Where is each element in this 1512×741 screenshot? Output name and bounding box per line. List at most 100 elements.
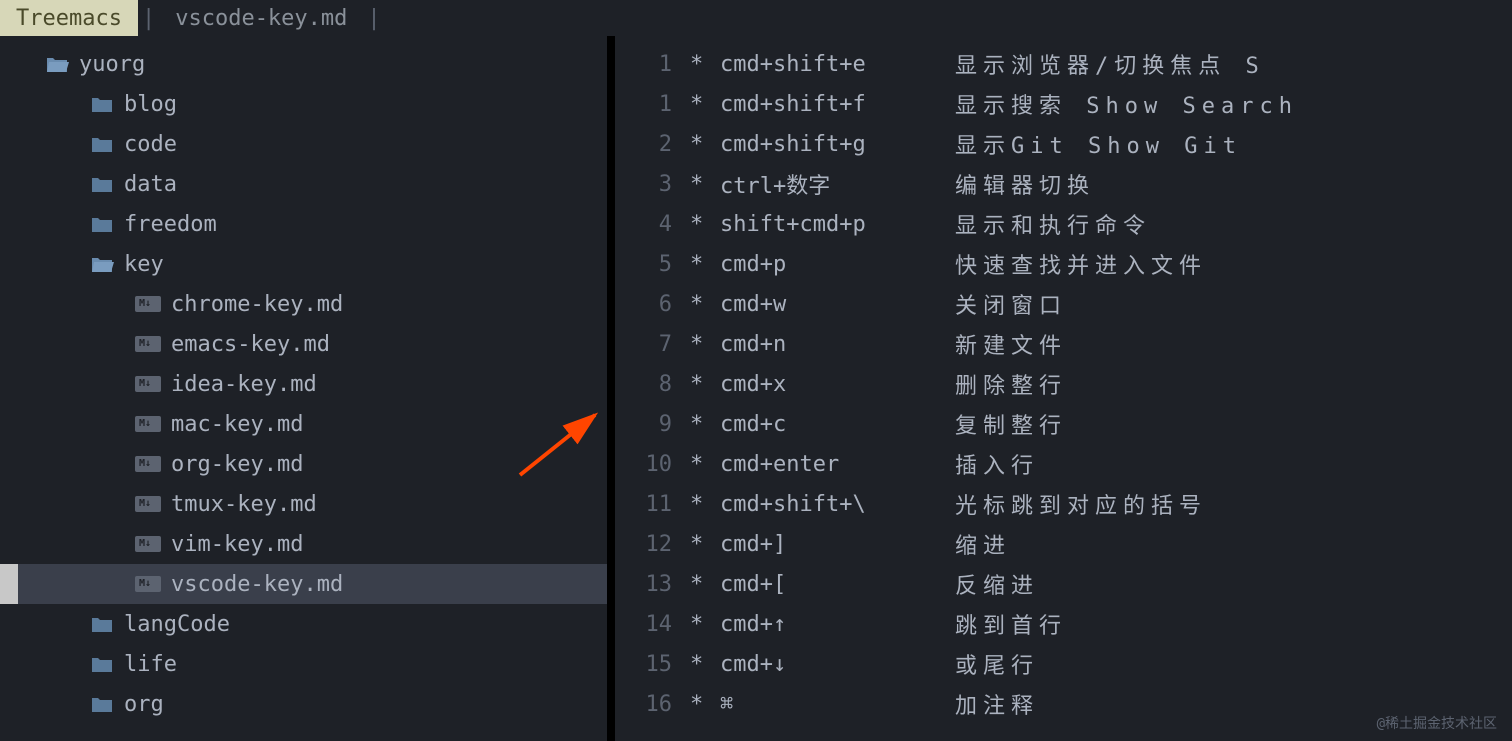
tree-file[interactable]: M↓tmux-key.md	[0, 484, 615, 524]
editor-line[interactable]: 1*cmd+shift+e显示浏览器/切换焦点 S	[615, 44, 1512, 84]
line-number: 1	[635, 52, 690, 77]
shortcut-key: cmd+n	[720, 332, 955, 357]
file-tree-sidebar: yuorg blog codedatafreedom key M↓chrome-k…	[0, 36, 615, 741]
editor-line[interactable]: 10*cmd+enter插入行	[615, 444, 1512, 484]
shortcut-key: shift+cmd+p	[720, 212, 955, 237]
shortcut-description: 显示Git Show Git	[955, 128, 1242, 160]
shortcut-key: cmd+w	[720, 292, 955, 317]
tab-treemacs[interactable]: Treemacs	[0, 0, 138, 36]
watermark: @稀土掘金技术社区	[1377, 713, 1497, 733]
bullet: *	[690, 412, 720, 437]
shortcut-key: cmd+[	[720, 572, 955, 597]
sidebar-border[interactable]	[607, 36, 615, 741]
shortcut-key: ⌘	[720, 692, 955, 717]
editor-line[interactable]: 7*cmd+n新建文件	[615, 324, 1512, 364]
line-number: 10	[635, 452, 690, 477]
editor-line[interactable]: 3*ctrl+数字 编辑器切换	[615, 164, 1512, 204]
folder-icon	[90, 614, 114, 634]
bullet: *	[690, 532, 720, 557]
tree-folder[interactable]: blog	[0, 84, 615, 124]
tree-folder[interactable]: data	[0, 164, 615, 204]
line-number: 8	[635, 372, 690, 397]
editor-line[interactable]: 9*cmd+c复制整行	[615, 404, 1512, 444]
folder-open-icon	[90, 254, 114, 274]
folder-open-icon	[45, 54, 69, 74]
tree-file[interactable]: M↓mac-key.md	[0, 404, 615, 444]
shortcut-description: 删除整行	[955, 368, 1067, 400]
markdown-icon: M↓	[135, 496, 161, 512]
line-number: 2	[635, 132, 690, 157]
tree-file[interactable]: M↓ idea-key.md	[0, 364, 615, 404]
folder-icon	[90, 94, 114, 114]
tree-folder-label: blog	[124, 92, 177, 117]
shortcut-description: 显示浏览器/切换焦点 S	[955, 48, 1265, 80]
editor-pane: 1*cmd+shift+e显示浏览器/切换焦点 S1*cmd+shift+f显示…	[615, 36, 1512, 741]
bullet: *	[690, 452, 720, 477]
bullet: *	[690, 292, 720, 317]
editor-line[interactable]: 12*cmd+]缩进	[615, 524, 1512, 564]
tab-file[interactable]: vscode-key.md	[159, 0, 363, 36]
tree-folder-key[interactable]: key	[0, 244, 615, 284]
shortcut-key: cmd+↑	[720, 612, 955, 637]
tree-file[interactable]: M↓chrome-key.md	[0, 284, 615, 324]
bullet: *	[690, 172, 720, 197]
shortcut-description: 或尾行	[955, 648, 1039, 680]
tree-file-label: idea-key.md	[171, 372, 317, 397]
markdown-icon: M↓	[135, 296, 161, 312]
tree-file-label: org-key.md	[171, 452, 303, 477]
tree-folder[interactable]: freedom	[0, 204, 615, 244]
shortcut-description: 关闭窗口	[955, 288, 1067, 320]
tree-root[interactable]: yuorg	[0, 44, 615, 84]
tree-folder-label: key	[124, 252, 164, 277]
folder-icon	[90, 654, 114, 674]
editor-line[interactable]: 14*cmd+↑跳到首行	[615, 604, 1512, 644]
editor-line[interactable]: 15*cmd+↓或尾行	[615, 644, 1512, 684]
shortcut-description: 缩进	[955, 528, 1011, 560]
editor-line[interactable]: 13*cmd+[反缩进	[615, 564, 1512, 604]
editor-line[interactable]: 1*cmd+shift+f显示搜索 Show Search	[615, 84, 1512, 124]
editor-line[interactable]: 11*cmd+shift+\光标跳到对应的括号	[615, 484, 1512, 524]
tree-folder[interactable]: life	[0, 644, 615, 684]
shortcut-description: 插入行	[955, 448, 1039, 480]
line-number: 1	[635, 92, 690, 117]
tree-folder[interactable]: langCode	[0, 604, 615, 644]
tree-folder-label: langCode	[124, 612, 230, 637]
editor-line[interactable]: 8*cmd+x删除整行	[615, 364, 1512, 404]
tree-root-label: yuorg	[79, 52, 145, 77]
shortcut-key: cmd+c	[720, 412, 955, 437]
shortcut-description: 快速查找并进入文件	[955, 248, 1207, 280]
line-number: 3	[635, 172, 690, 197]
line-number: 13	[635, 572, 690, 597]
line-number: 5	[635, 252, 690, 277]
tree-folder[interactable]: org	[0, 684, 615, 724]
editor-line[interactable]: 6*cmd+w关闭窗口	[615, 284, 1512, 324]
tree-file-label: vscode-key.md	[171, 572, 343, 597]
markdown-icon: M↓	[135, 376, 161, 392]
line-number: 14	[635, 612, 690, 637]
tree-file[interactable]: M↓ vim-key.md	[0, 524, 615, 564]
tree-file[interactable]: M↓emacs-key.md	[0, 324, 615, 364]
bullet: *	[690, 612, 720, 637]
tree-file-label: emacs-key.md	[171, 332, 330, 357]
tree-folder[interactable]: code	[0, 124, 615, 164]
editor-line[interactable]: 5*cmd+p快速查找并进入文件	[615, 244, 1512, 284]
shortcut-key: cmd+x	[720, 372, 955, 397]
bullet: *	[690, 132, 720, 157]
bullet: *	[690, 92, 720, 117]
shortcut-description: 反缩进	[955, 568, 1039, 600]
shortcut-description: 编辑器切换	[955, 168, 1095, 200]
tree-file-label: vim-key.md	[171, 532, 303, 557]
shortcut-key: cmd+↓	[720, 652, 955, 677]
editor-line[interactable]: 2*cmd+shift+g显示Git Show Git	[615, 124, 1512, 164]
tree-file[interactable]: M↓org-key.md	[0, 444, 615, 484]
line-number: 11	[635, 492, 690, 517]
main-area: yuorg blog codedatafreedom key M↓chrome-k…	[0, 36, 1512, 741]
tree-folder-label: org	[124, 692, 164, 717]
shortcut-key: cmd+p	[720, 252, 955, 277]
tree-file[interactable]: M↓vscode-key.md	[0, 564, 615, 604]
shortcut-description: 显示搜索 Show Search	[955, 88, 1298, 120]
editor-line[interactable]: 4*shift+cmd+p显示和执行命令	[615, 204, 1512, 244]
bullet: *	[690, 212, 720, 237]
bullet: *	[690, 52, 720, 77]
markdown-icon: M↓	[135, 536, 161, 552]
